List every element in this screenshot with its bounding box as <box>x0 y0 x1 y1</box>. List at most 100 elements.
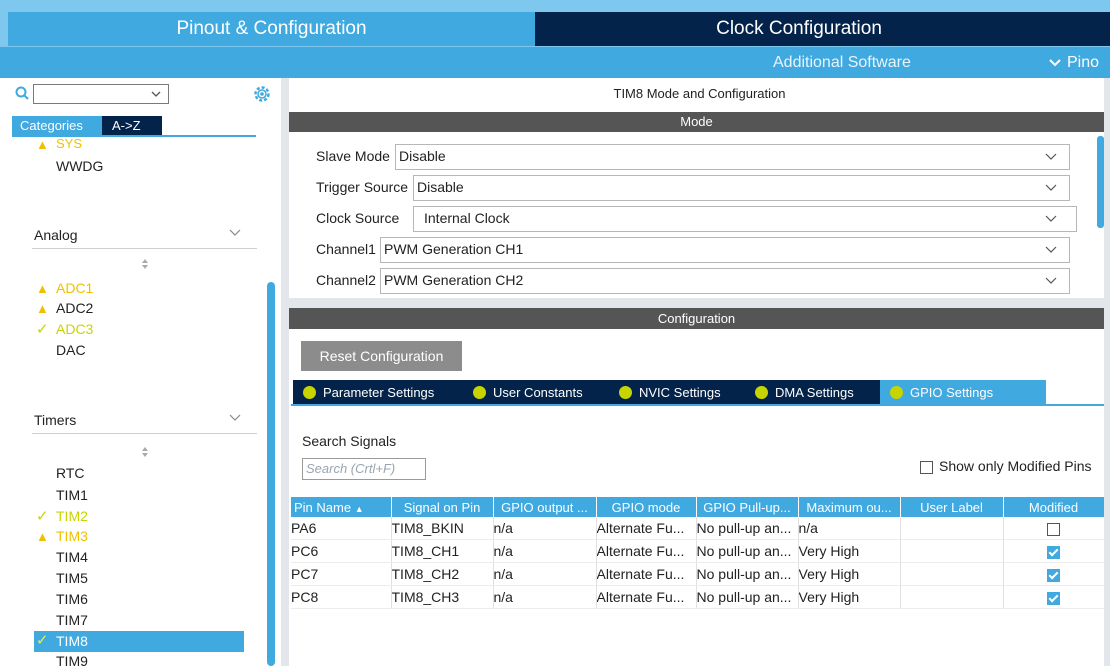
tab-user-constants[interactable]: User Constants <box>463 380 633 405</box>
sub-menu-bar <box>0 47 1110 78</box>
section-timers-header[interactable]: Timers <box>34 412 76 428</box>
sidebar-item-dac[interactable]: DAC <box>56 342 86 358</box>
cell-modified[interactable] <box>1003 585 1105 609</box>
cell-max-speed: Very High <box>798 562 901 586</box>
sidebar-item-tim8[interactable]: TIM8 <box>56 633 88 649</box>
sidebar-item-adc2[interactable]: ADC2 <box>56 300 93 316</box>
sidebar-splitter[interactable] <box>281 78 289 666</box>
chevron-down-icon[interactable] <box>1045 246 1057 254</box>
column-header-max-speed[interactable]: Maximum ou... <box>798 497 901 517</box>
cell-pull: No pull-up an... <box>696 562 799 586</box>
channel1-select[interactable]: PWM Generation CH1 <box>380 237 1070 263</box>
modified-checkbox[interactable] <box>1047 545 1060 559</box>
tab-clock-configuration[interactable]: Clock Configuration <box>535 12 1063 46</box>
trigger-source-select[interactable]: Disable <box>413 175 1070 201</box>
table-row[interactable]: PC8 TIM8_CH3 n/a Alternate Fu... No pull… <box>291 585 1105 609</box>
cell-pin: PC7 <box>291 562 392 586</box>
channel2-select[interactable]: PWM Generation CH2 <box>380 268 1070 294</box>
modified-checkbox[interactable] <box>1047 522 1060 536</box>
signal-search-input[interactable]: Search (Crtl+F) <box>302 458 426 480</box>
sort-icon[interactable] <box>140 258 150 270</box>
tab-parameter-settings[interactable]: Parameter Settings <box>293 380 489 405</box>
chevron-down-icon[interactable] <box>228 228 242 238</box>
modified-checkbox[interactable] <box>1047 568 1060 582</box>
mode-scrollbar[interactable] <box>1097 136 1104 228</box>
sidebar-item-adc3[interactable]: ADC3 <box>56 321 93 337</box>
cell-modified[interactable] <box>1003 517 1105 540</box>
sort-icon[interactable] <box>140 446 150 458</box>
cell-user-label[interactable] <box>900 585 1004 609</box>
warning-icon: ▲ <box>36 301 49 316</box>
sidebar-item-tim5[interactable]: TIM5 <box>56 570 88 586</box>
section-analog-header[interactable]: Analog <box>34 227 78 243</box>
sidebar-item-rtc[interactable]: RTC <box>56 465 85 481</box>
cell-mode: Alternate Fu... <box>596 539 697 563</box>
cell-mode: Alternate Fu... <box>596 585 697 609</box>
column-header-pull[interactable]: GPIO Pull-up... <box>696 497 799 517</box>
cell-user-label[interactable] <box>900 539 1004 563</box>
cell-modified[interactable] <box>1003 562 1105 586</box>
reset-configuration-button[interactable]: Reset Configuration <box>301 341 462 371</box>
cell-pin: PC8 <box>291 585 392 609</box>
chevron-down-icon[interactable] <box>228 413 242 423</box>
configuration-section-header[interactable]: Configuration <box>289 308 1104 329</box>
checkmark-icon: ✓ <box>36 508 49 525</box>
chevron-down-icon[interactable] <box>1045 277 1057 285</box>
page-title: TIM8 Mode and Configuration <box>613 86 786 101</box>
chevron-down-icon[interactable] <box>1045 184 1057 192</box>
slave-mode-select[interactable]: Disable <box>395 144 1070 170</box>
cell-pin: PA6 <box>291 517 392 540</box>
cell-user-label[interactable] <box>900 562 1004 586</box>
left-sidebar <box>0 78 282 666</box>
sidebar-scrollbar[interactable] <box>267 282 275 666</box>
sidebar-item-tim2[interactable]: TIM2 <box>56 508 88 524</box>
column-header-signal[interactable]: Signal on Pin <box>391 497 494 517</box>
tab-categories[interactable]: Categories <box>12 116 102 135</box>
tab-label: GPIO Settings <box>910 385 994 400</box>
mode-section-header[interactable]: Mode <box>289 112 1104 132</box>
tab-label: Parameter Settings <box>323 385 435 400</box>
modified-checkbox[interactable] <box>1047 591 1060 605</box>
table-row[interactable]: PA6 TIM8_BKIN n/a Alternate Fu... No pul… <box>291 517 1105 540</box>
sidebar-item-adc1[interactable]: ADC1 <box>56 280 93 296</box>
cell-user-label[interactable] <box>900 517 1004 540</box>
clock-source-select[interactable]: Internal Clock <box>413 206 1077 232</box>
column-header-modified[interactable]: Modified <box>1003 497 1105 517</box>
sidebar-item-tim1[interactable]: TIM1 <box>56 487 88 503</box>
pinout-menu[interactable]: Pino <box>1048 54 1099 72</box>
chevron-down-icon[interactable] <box>1045 215 1057 223</box>
chevron-down-icon[interactable] <box>1045 153 1057 161</box>
sidebar-item-wwdg[interactable]: WWDG <box>56 158 103 174</box>
sidebar-item-tim4[interactable]: TIM4 <box>56 549 88 565</box>
tab-a-to-z[interactable]: A->Z <box>102 116 162 135</box>
checkbox-icon[interactable] <box>920 460 933 474</box>
cell-pin: PC6 <box>291 539 392 563</box>
table-row[interactable]: PC7 TIM8_CH2 n/a Alternate Fu... No pull… <box>291 562 1105 586</box>
panel-splitter[interactable] <box>289 298 1104 308</box>
column-header-user-label[interactable]: User Label <box>900 497 1004 517</box>
sidebar-item-tim6[interactable]: TIM6 <box>56 591 88 607</box>
sidebar-item-tim7[interactable]: TIM7 <box>56 612 88 628</box>
tab-label: NVIC Settings <box>639 385 721 400</box>
tab-gpio-settings[interactable]: GPIO Settings <box>880 380 1046 405</box>
tab-overflow[interactable] <box>1063 12 1110 46</box>
chevron-down-icon <box>1049 59 1061 67</box>
show-modified-checkbox[interactable]: Show only Modified Pins <box>920 458 1092 474</box>
cell-max-speed: Very High <box>798 539 901 563</box>
additional-software-menu[interactable]: Additional Software <box>773 54 911 72</box>
cell-modified[interactable] <box>1003 539 1105 563</box>
gear-icon[interactable] <box>252 84 272 104</box>
cell-signal: TIM8_CH2 <box>391 562 494 586</box>
column-header-pin-name[interactable]: Pin Name ▲ <box>291 497 392 517</box>
chevron-down-icon[interactable] <box>150 88 162 100</box>
tab-pinout-configuration[interactable]: Pinout & Configuration <box>8 12 535 46</box>
check-circle-icon <box>619 386 632 399</box>
sidebar-item-tim3[interactable]: TIM3 <box>56 528 88 544</box>
sidebar-item-sys[interactable]: SYS <box>56 136 82 151</box>
cell-mode: Alternate Fu... <box>596 517 697 540</box>
column-header-gpio-output[interactable]: GPIO output ... <box>493 497 597 517</box>
sidebar-search-input[interactable] <box>33 84 169 104</box>
sidebar-item-tim9[interactable]: TIM9 <box>56 653 88 669</box>
column-header-gpio-mode[interactable]: GPIO mode <box>596 497 697 517</box>
table-row[interactable]: PC6 TIM8_CH1 n/a Alternate Fu... No pull… <box>291 539 1105 563</box>
